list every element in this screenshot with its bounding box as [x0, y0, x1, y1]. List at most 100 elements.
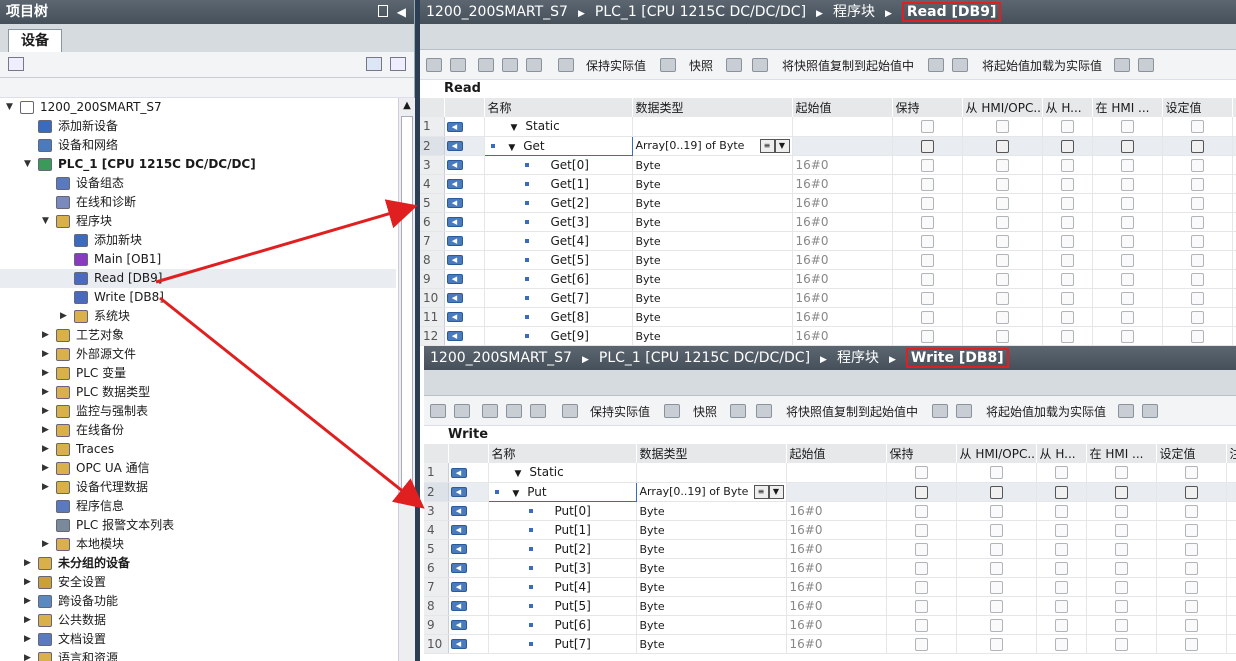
start-value-cell[interactable]: 16#0 [792, 174, 893, 194]
checkbox[interactable] [1120, 234, 1134, 248]
checkbox-cell[interactable] [1162, 307, 1233, 327]
checkbox-cell[interactable] [886, 463, 957, 483]
datatype-cell[interactable]: Byte [632, 326, 793, 346]
checkbox[interactable] [995, 177, 1009, 191]
checkbox[interactable] [989, 561, 1003, 575]
name-cell[interactable]: ▼ Static [488, 463, 637, 483]
tree-item[interactable]: ▶ 外部源文件 [0, 345, 396, 364]
download-icon[interactable] [1114, 58, 1130, 72]
checkbox[interactable] [995, 158, 1009, 172]
download2-icon[interactable] [1138, 58, 1154, 72]
datatype-cell[interactable]: Array[0..19] of Byte ≡ ▼ [632, 136, 793, 156]
datatype-cell[interactable]: Byte [632, 231, 793, 251]
column-header-retain[interactable]: 保持 [892, 98, 963, 117]
start-value-cell[interactable] [786, 463, 887, 483]
split-view-icon[interactable] [378, 5, 388, 17]
checkbox[interactable] [1060, 120, 1074, 134]
checkbox-cell[interactable] [962, 250, 1043, 270]
checkbox[interactable] [1184, 523, 1198, 537]
datatype-cell[interactable]: Byte [636, 615, 787, 635]
tree-item[interactable]: ▶ 工艺对象 [0, 326, 396, 345]
checkbox[interactable] [914, 485, 928, 499]
name-cell[interactable]: ▼ Static [484, 117, 633, 137]
checkbox-cell[interactable] [1086, 482, 1157, 502]
datatype-cell[interactable]: Byte [632, 250, 793, 270]
checkbox-cell[interactable] [886, 539, 957, 559]
db-snapshot-icon[interactable] [660, 58, 676, 72]
checkbox[interactable] [1060, 215, 1074, 229]
checkbox-cell[interactable] [1156, 634, 1227, 654]
checkbox[interactable] [920, 329, 934, 343]
table-row[interactable]: 6 ◀ Get[3] Byte 16#0 [420, 212, 1236, 232]
table-row[interactable]: 2 ◀ ▼ Get Array[0..19] of Byte ≡ ▼ [420, 135, 1236, 156]
checkbox[interactable] [1114, 599, 1128, 613]
checkbox[interactable] [920, 158, 934, 172]
checkbox-cell[interactable] [1162, 288, 1233, 308]
column-header-in_hmi[interactable]: 在 HMI ... [1086, 444, 1157, 463]
db-snapshot-icon[interactable] [664, 404, 680, 418]
checkbox-cell[interactable] [1092, 269, 1163, 289]
add-row-icon[interactable] [450, 58, 466, 72]
snapshot-button[interactable]: 快照 [693, 403, 717, 420]
checkbox[interactable] [1120, 196, 1134, 210]
checkbox-cell[interactable] [956, 520, 1037, 540]
checkbox[interactable] [1060, 310, 1074, 324]
table-row[interactable]: 5 ◀ Put[2] Byte 16#0 [424, 539, 1236, 559]
checkbox[interactable] [1054, 580, 1068, 594]
checkbox-cell[interactable] [962, 212, 1043, 232]
checkbox[interactable] [1120, 253, 1134, 267]
checkbox[interactable] [1054, 523, 1068, 537]
tree-item[interactable]: ▶ 未分组的设备 [0, 554, 396, 573]
checkbox-cell[interactable] [1086, 615, 1157, 635]
checkbox-cell[interactable] [1086, 558, 1157, 578]
table-row[interactable]: 3 ◀ Put[0] Byte 16#0 [424, 501, 1236, 521]
checkbox[interactable] [920, 215, 934, 229]
collapse-icon[interactable] [502, 58, 518, 72]
start-value-cell[interactable]: 16#0 [792, 155, 893, 175]
checkbox-cell[interactable] [1086, 501, 1157, 521]
checkbox-cell[interactable] [1162, 193, 1233, 213]
name-cell[interactable]: Put[7] [488, 634, 637, 654]
checkbox[interactable] [989, 599, 1003, 613]
checkbox-cell[interactable] [1162, 269, 1233, 289]
checkbox[interactable] [1184, 504, 1198, 518]
copy-snapshot-button[interactable]: 将快照值复制到起始值中 [786, 403, 918, 420]
checkbox-cell[interactable] [1042, 288, 1093, 308]
checkbox-cell[interactable] [892, 288, 963, 308]
datatype-cell[interactable]: Byte [632, 212, 793, 232]
checkbox[interactable] [1184, 561, 1198, 575]
checkbox-cell[interactable] [962, 117, 1043, 137]
checkbox-cell[interactable] [962, 231, 1043, 251]
expand-icon[interactable] [482, 404, 498, 418]
checkbox[interactable] [1114, 637, 1128, 651]
checkbox[interactable] [914, 466, 928, 480]
checkbox-cell[interactable] [1162, 155, 1233, 175]
checkbox-cell[interactable] [1156, 463, 1227, 483]
overview-icon[interactable] [366, 57, 382, 71]
breadcrumb-project[interactable]: 1200_200SMART_S7 [426, 4, 568, 20]
start-value-cell[interactable]: 16#0 [786, 634, 887, 654]
scrollbar-thumb[interactable] [401, 116, 413, 490]
column-header[interactable] [444, 98, 485, 117]
checkbox[interactable] [989, 618, 1003, 632]
checkbox-cell[interactable] [1092, 250, 1163, 270]
column-header-start[interactable]: 起始值 [792, 98, 893, 117]
expanded-arrow-icon[interactable]: ▼ [511, 123, 518, 133]
checkbox[interactable] [1060, 196, 1074, 210]
collapsed-arrow-icon[interactable]: ▶ [24, 611, 34, 630]
checkbox-cell[interactable] [1162, 326, 1233, 346]
insert-row-icon[interactable] [430, 404, 446, 418]
checkbox-cell[interactable] [1162, 231, 1233, 251]
name-cell[interactable]: Get[1] [484, 174, 633, 194]
collapsed-arrow-icon[interactable]: ▶ [24, 592, 34, 611]
checkbox-cell[interactable] [1162, 117, 1233, 137]
name-cell[interactable]: Get[4] [484, 231, 633, 251]
column-header-comment[interactable]: 注 [1232, 98, 1236, 117]
checkbox-cell[interactable] [962, 155, 1043, 175]
checkbox-cell[interactable] [1092, 212, 1163, 232]
checkbox-cell[interactable] [1092, 155, 1163, 175]
checkbox-cell[interactable] [956, 577, 1037, 597]
column-header-hmi_opc[interactable]: 从 HMI/OPC... [962, 98, 1043, 117]
tree-item[interactable]: 添加新块 [0, 231, 396, 250]
table-row[interactable]: 9 ◀ Put[6] Byte 16#0 [424, 615, 1236, 635]
